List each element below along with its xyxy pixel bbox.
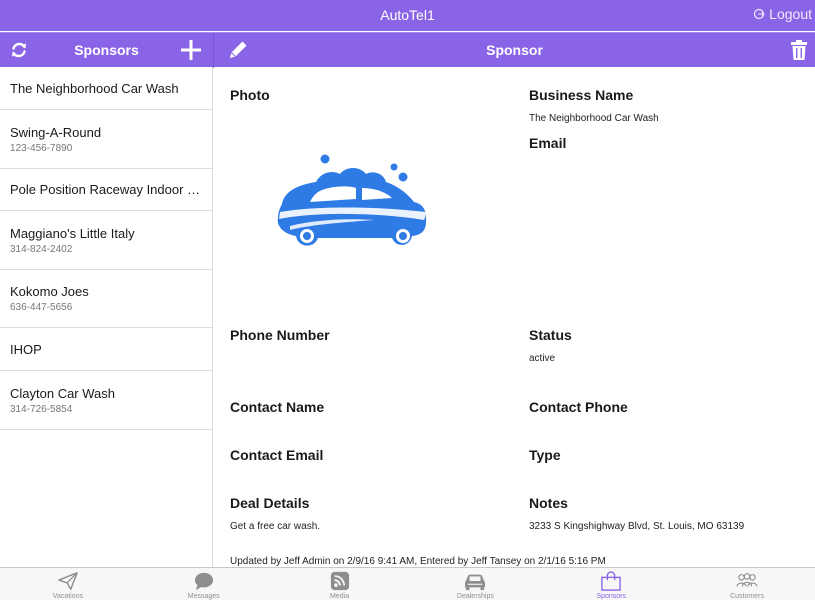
- app-title: AutoTel1: [380, 7, 435, 23]
- car-icon: [465, 574, 486, 591]
- tab-label: Customers: [730, 593, 764, 600]
- sponsor-name: Pole Position Raceway Indoor K...: [10, 182, 202, 197]
- people-icon: [736, 573, 758, 587]
- logout-icon: [754, 8, 766, 20]
- nav-bar: Sponsors Sponsor: [0, 32, 815, 68]
- tab-label: Dealerships: [456, 593, 494, 600]
- business-name-label: Business Name: [529, 87, 634, 103]
- deal-details-value: Get a free car wash.: [230, 521, 321, 532]
- sponsor-list-item[interactable]: IHOP: [0, 328, 212, 371]
- notes-label: Notes: [529, 495, 568, 511]
- tab-label: Messages: [187, 593, 220, 600]
- sponsor-name: IHOP: [10, 341, 42, 357]
- sponsor-name: Maggiano's Little Italy: [10, 225, 135, 241]
- tab-vacations[interactable]: Vacations: [0, 568, 136, 600]
- notes-value: 3233 S Kingshighway Blvd, St. Louis, MO …: [529, 521, 745, 532]
- tab-dealerships[interactable]: Dealerships: [407, 568, 543, 600]
- tab-label: Media: [330, 593, 350, 600]
- sponsor-detail: Photo Business Name The Neighborhood Car…: [214, 67, 815, 567]
- tab-label: Vacations: [52, 593, 84, 600]
- sponsor-list-item[interactable]: Maggiano's Little Italy 314-824-2402: [0, 211, 212, 270]
- car-wash-photo: [277, 154, 427, 246]
- app-header: AutoTel1 Logout: [0, 0, 815, 31]
- business-name-value: The Neighborhood Car Wash: [529, 113, 659, 124]
- tab-customers[interactable]: Customers: [679, 568, 815, 600]
- sponsor-detail-title: Sponsor: [486, 42, 543, 58]
- phone-number-label: Phone Number: [230, 327, 330, 343]
- sponsor-phone: 314-726-5854: [10, 403, 73, 415]
- contact-email-label: Contact Email: [230, 447, 324, 463]
- tab-bar: Vacations Messages Media Dealerships Spo…: [0, 567, 815, 600]
- sponsor-phone: 636-447-5656: [10, 302, 73, 313]
- chat-bubble-icon: [194, 572, 213, 591]
- add-sponsor-button[interactable]: [180, 39, 202, 61]
- contact-phone-label: Contact Phone: [529, 399, 628, 415]
- tab-media[interactable]: Media: [272, 568, 408, 600]
- sponsor-phone: 314-824-2402: [10, 243, 73, 255]
- sponsor-name: Clayton Car Wash: [10, 385, 115, 401]
- shopping-bag-icon: [601, 571, 621, 591]
- rss-icon: [330, 571, 349, 591]
- sponsor-name: Swing-A-Round: [10, 124, 102, 140]
- logout-button[interactable]: Logout: [753, 6, 812, 22]
- delete-sponsor-button[interactable]: [788, 39, 810, 61]
- photo-label: Photo: [230, 87, 270, 103]
- tab-sponsors[interactable]: Sponsors: [543, 568, 679, 600]
- paper-plane-icon: [58, 572, 78, 590]
- sponsor-list-item[interactable]: Swing-A-Round 123-456-7890: [0, 110, 212, 169]
- trash-icon: [791, 40, 807, 60]
- sponsor-phone: 123-456-7890: [10, 142, 73, 154]
- deal-details-label: Deal Details: [230, 495, 310, 511]
- sponsor-list-item[interactable]: Kokomo Joes 636-447-5656: [0, 270, 212, 328]
- sponsor-list-item[interactable]: The Neighborhood Car Wash: [0, 67, 212, 110]
- logout-label: Logout: [769, 6, 812, 22]
- type-label: Type: [529, 447, 561, 463]
- email-label: Email: [529, 135, 567, 151]
- plus-icon: [181, 40, 201, 60]
- contact-name-label: Contact Name: [230, 399, 325, 415]
- sponsor-name: The Neighborhood Car Wash: [10, 80, 179, 96]
- sponsor-list-item[interactable]: Pole Position Raceway Indoor K...: [0, 169, 212, 211]
- status-value: active: [529, 353, 556, 364]
- sponsor-list-item[interactable]: Clayton Car Wash 314-726-5854: [0, 371, 212, 430]
- tab-messages[interactable]: Messages: [136, 568, 272, 600]
- audit-info: Updated by Jeff Admin on 2/9/16 9:41 AM,…: [230, 556, 606, 567]
- sponsor-name: Kokomo Joes: [10, 284, 89, 299]
- tab-label: Sponsors: [596, 593, 627, 600]
- status-label: Status: [529, 327, 572, 343]
- sponsors-list: The Neighborhood Car Wash Swing-A-Round …: [0, 67, 213, 567]
